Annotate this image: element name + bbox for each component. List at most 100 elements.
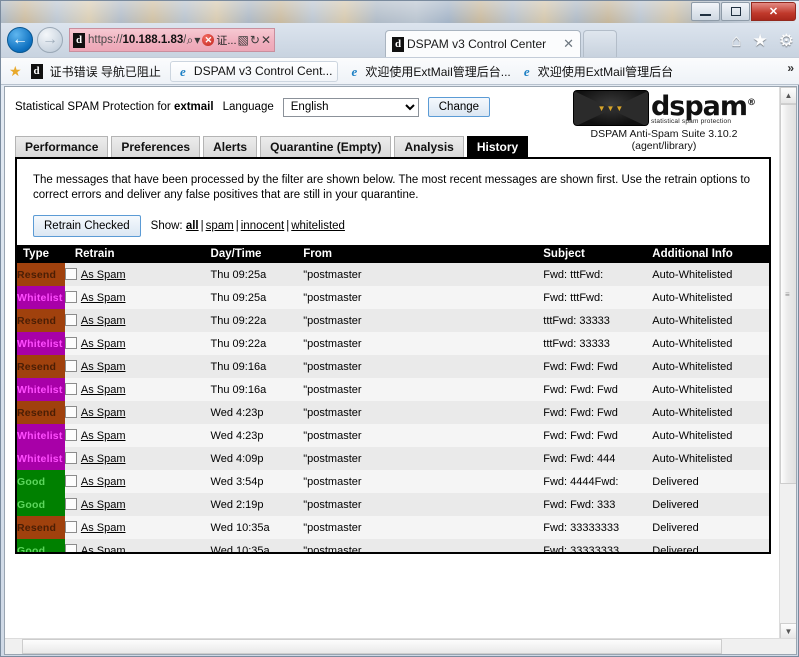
retrain-checkbox[interactable]: [64, 314, 77, 326]
page-horizontal-scrollbar[interactable]: [5, 638, 796, 654]
row-type-badge: Good: [17, 493, 65, 516]
retrain-control: As Spam: [64, 521, 211, 534]
close-icon[interactable]: ✕: [557, 36, 574, 52]
as-spam-link[interactable]: As Spam: [81, 499, 126, 511]
ie-icon: e: [523, 63, 530, 79]
favorites-overflow-icon[interactable]: »: [787, 61, 794, 75]
new-tab-button[interactable]: [583, 30, 617, 57]
certificate-error-label: 证...: [216, 35, 237, 47]
as-spam-link[interactable]: As Spam: [81, 315, 126, 327]
tab-alerts[interactable]: Alerts: [203, 136, 258, 157]
favorites-item-label: 证书错误 导航已阻止: [49, 64, 161, 79]
favorites-item-extmail-2[interactable]: e 欢迎使用ExtMail管理后台: [520, 63, 673, 80]
dspam-wordmark: dspam® statistical spam protection: [651, 90, 756, 125]
refresh-icon[interactable]: ↻: [250, 33, 260, 47]
table-header-row: Type Retrain Day/Time From Subject Addit…: [17, 245, 769, 263]
row-from: "postmaster: [303, 355, 544, 378]
favorites-item-cert-error[interactable]: d 证书错误 导航已阻止: [30, 63, 161, 80]
filter-all[interactable]: all: [186, 220, 199, 232]
retrain-control: As Spam: [64, 268, 211, 281]
maximize-button[interactable]: [721, 2, 750, 21]
row-from: "postmaster: [303, 286, 544, 309]
row-subject: Fwd: 33333333: [543, 516, 653, 539]
as-spam-link[interactable]: As Spam: [81, 292, 126, 304]
retrain-checkbox[interactable]: [64, 452, 77, 464]
back-button[interactable]: ←: [7, 27, 33, 53]
table-row: Resend As Spam Thu 09:22a "postmaster tttFwd…: [17, 309, 769, 332]
row-retrain-cell: As Spam: [64, 263, 211, 286]
as-spam-link[interactable]: As Spam: [81, 269, 126, 281]
table-row: Resend As Spam Thu 09:25a "postmaster Fwd: t…: [17, 263, 769, 286]
filter-innocent[interactable]: innocent: [241, 220, 284, 232]
vertical-scroll-thumb[interactable]: ≡: [780, 104, 796, 484]
row-daytime: Thu 09:16a: [210, 378, 304, 401]
as-spam-link[interactable]: As Spam: [81, 453, 126, 465]
window-titlebar: ✕: [1, 1, 799, 23]
forward-button[interactable]: →: [37, 27, 63, 53]
retrain-checkbox[interactable]: [64, 291, 77, 303]
window-controls: ✕: [690, 2, 796, 21]
as-spam-link[interactable]: As Spam: [81, 522, 126, 534]
home-icon[interactable]: ⌂: [731, 31, 741, 51]
as-spam-link[interactable]: As Spam: [81, 384, 126, 396]
row-from: "postmaster: [303, 516, 544, 539]
chevron-down-icon[interactable]: ▾: [194, 33, 200, 47]
column-header-from: From: [303, 245, 544, 263]
search-icon[interactable]: ⌕: [187, 33, 194, 48]
favorites-add-item[interactable]: ★: [9, 63, 22, 80]
language-select[interactable]: English: [282, 97, 419, 117]
tab-quarantine[interactable]: Quarantine (Empty): [260, 136, 392, 157]
retrain-checkbox[interactable]: [64, 383, 77, 395]
retrain-control: As Spam: [64, 383, 211, 396]
scroll-grip-icon: ≡: [785, 289, 790, 299]
row-subject: tttFwd: 33333: [543, 332, 653, 355]
retrain-checkbox[interactable]: [64, 337, 77, 349]
row-from: "postmaster: [303, 539, 544, 552]
change-language-button[interactable]: Change: [427, 97, 491, 117]
favorites-icon[interactable]: ★: [753, 31, 768, 51]
certificate-error-badge[interactable]: ✕ 证...: [202, 32, 237, 48]
retrain-checkbox[interactable]: [64, 544, 77, 552]
retrain-checkbox[interactable]: [64, 406, 77, 418]
retrain-checked-button[interactable]: Retrain Checked: [33, 215, 141, 237]
close-button[interactable]: ✕: [751, 2, 796, 21]
as-spam-link[interactable]: As Spam: [81, 407, 126, 419]
compatibility-view-icon[interactable]: ▧: [238, 33, 249, 47]
filter-whitelisted[interactable]: whitelisted: [291, 220, 345, 232]
tab-preferences[interactable]: Preferences: [111, 136, 201, 157]
retrain-checkbox[interactable]: [64, 498, 77, 510]
as-spam-link[interactable]: As Spam: [81, 476, 126, 488]
retrain-control: As Spam: [64, 475, 211, 488]
page-vertical-scrollbar[interactable]: ▲ ≡ ▼: [779, 87, 796, 640]
tab-analysis[interactable]: Analysis: [394, 136, 464, 157]
browser-tab-dspam[interactable]: d DSPAM v3 Control Center ✕: [385, 30, 581, 57]
scroll-up-arrow-icon[interactable]: ▲: [780, 87, 796, 104]
filter-spam[interactable]: spam: [206, 220, 234, 232]
horizontal-scroll-thumb[interactable]: [22, 639, 722, 654]
retrain-checkbox[interactable]: [64, 475, 77, 487]
row-type-badge: Whitelist: [17, 378, 65, 401]
tab-history[interactable]: History: [466, 136, 529, 157]
minimize-button[interactable]: [691, 2, 720, 21]
tab-performance[interactable]: Performance: [15, 136, 109, 157]
row-subject: Fwd: 33333333: [543, 539, 653, 552]
retrain-checkbox[interactable]: [64, 360, 77, 372]
as-spam-link[interactable]: As Spam: [81, 430, 126, 442]
favorites-item-dspam[interactable]: e DSPAM v3 Control Cent...: [169, 60, 339, 82]
row-retrain-cell: As Spam: [64, 516, 211, 539]
favorites-item-extmail-1[interactable]: e 欢迎使用ExtMail管理后台...: [347, 63, 511, 80]
dspam-control-center: Statistical SPAM Protection for extmail …: [5, 87, 781, 654]
stop-icon[interactable]: ✕: [261, 33, 271, 47]
ie-icon: e: [180, 63, 186, 79]
as-spam-link[interactable]: As Spam: [81, 545, 126, 552]
as-spam-link[interactable]: As Spam: [81, 361, 126, 373]
address-bar[interactable]: d https://10.188.1.83/dsp ⌕ ▾ ✕ 证... ▧ ↻…: [69, 28, 275, 52]
as-spam-link[interactable]: As Spam: [81, 338, 126, 350]
settings-gear-icon[interactable]: ⚙: [779, 31, 794, 51]
retrain-checkbox[interactable]: [64, 429, 77, 441]
column-header-type: Type: [17, 245, 65, 263]
retrain-control: As Spam: [64, 360, 211, 373]
retrain-checkbox[interactable]: [64, 521, 77, 533]
url-prefix: https://: [88, 34, 123, 46]
retrain-checkbox[interactable]: [64, 268, 77, 280]
